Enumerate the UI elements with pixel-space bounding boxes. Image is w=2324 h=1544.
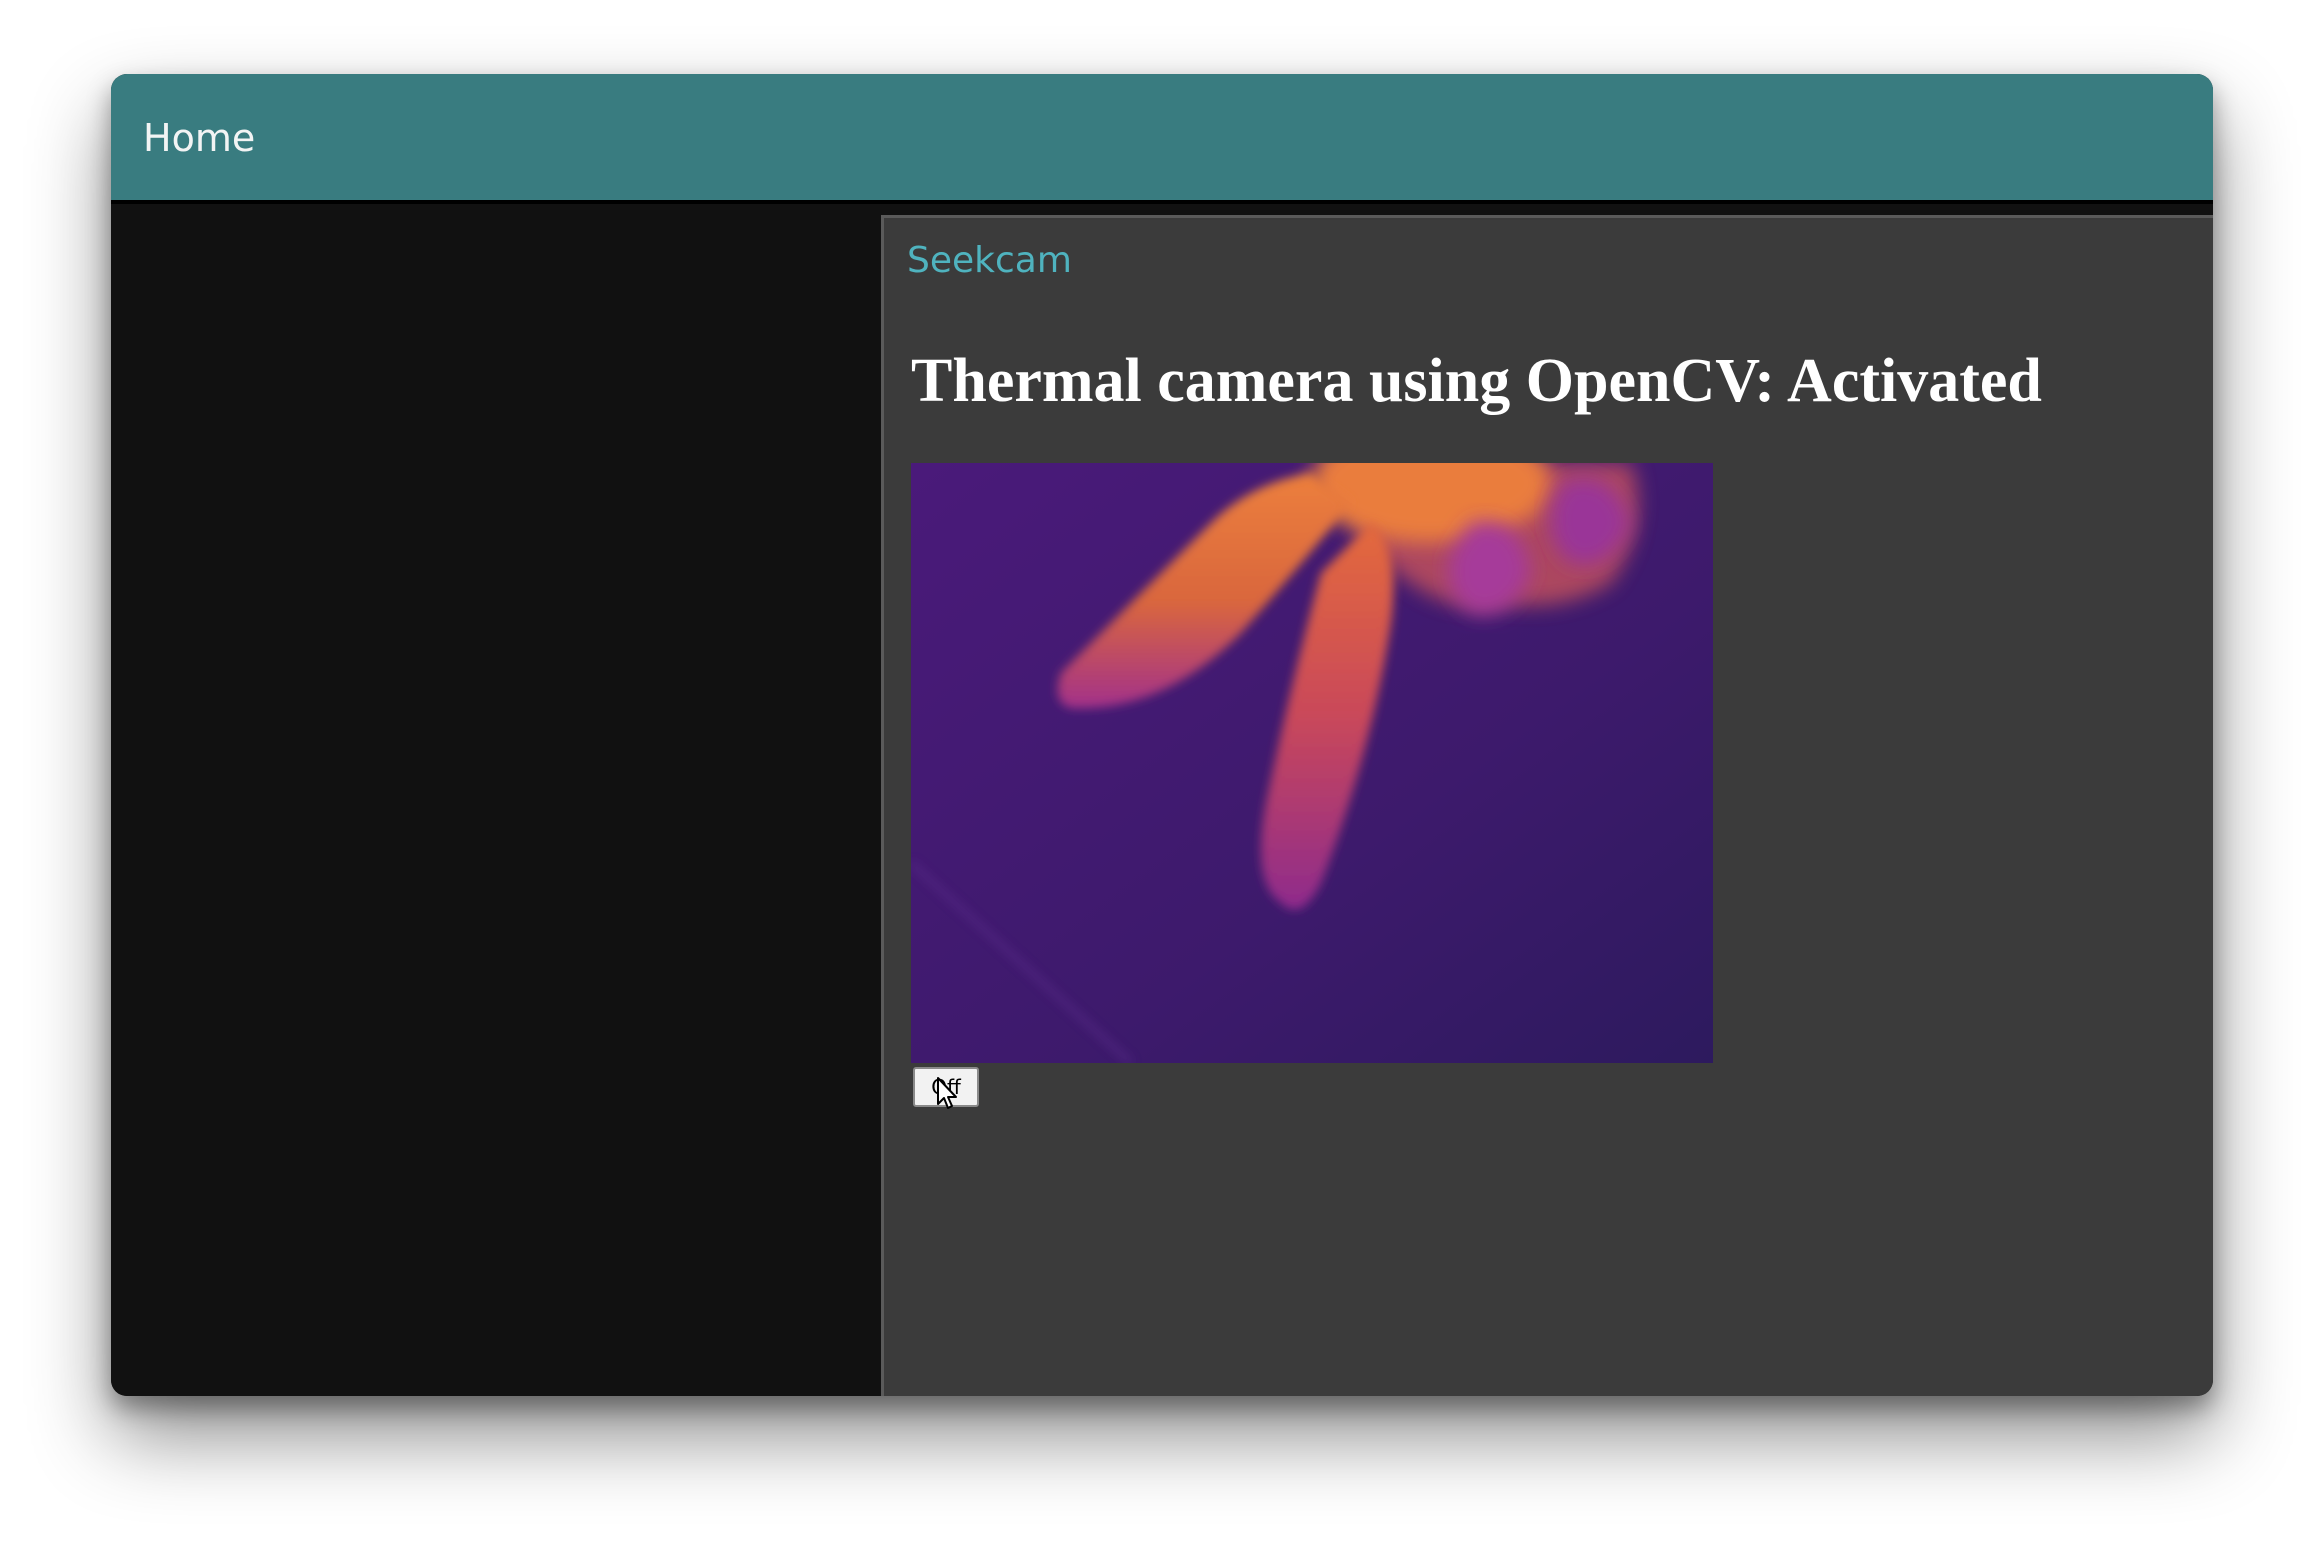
title-bar: Home [111,74,2213,204]
app-window: Home Seekcam Thermal camera using OpenCV… [111,74,2213,1396]
page-title: Thermal camera using OpenCV: Activated [911,347,2042,415]
thermal-camera-feed [911,463,1713,1063]
off-button[interactable]: Off [913,1067,979,1107]
seekcam-link[interactable]: Seekcam [907,240,1072,281]
thermal-image [911,463,1713,1063]
left-pane [111,204,881,1396]
home-link[interactable]: Home [143,116,255,160]
content-pane: Seekcam Thermal camera using OpenCV: Act… [881,215,2213,1396]
